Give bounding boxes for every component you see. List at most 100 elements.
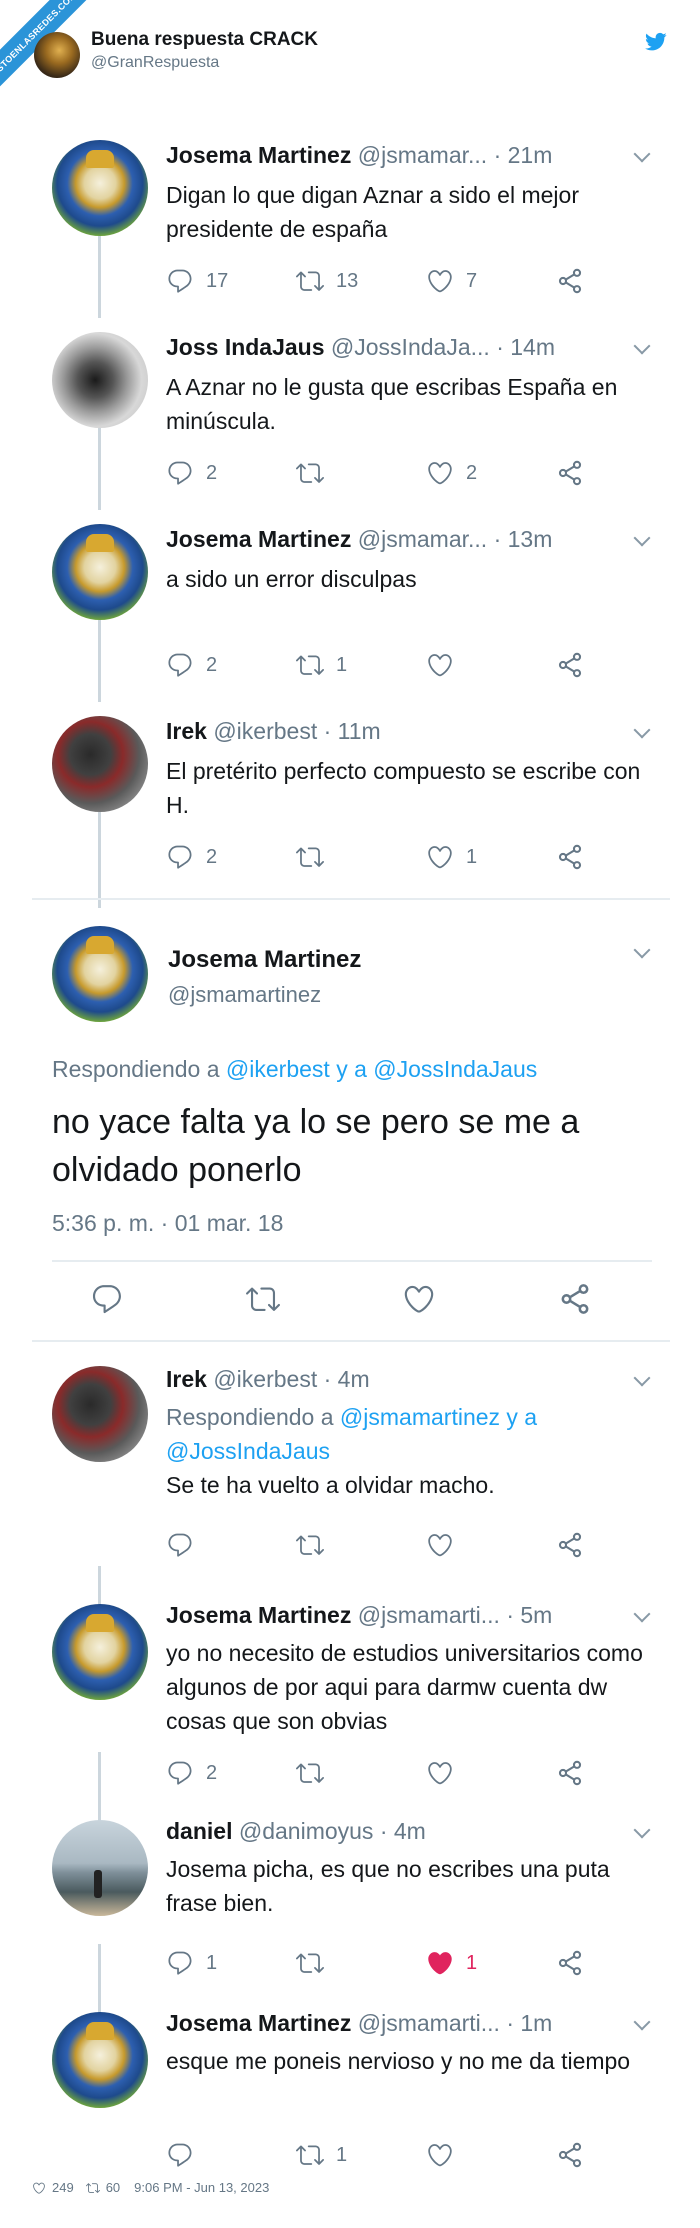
share-button[interactable]: [556, 2138, 584, 2172]
chevron-down-icon[interactable]: [633, 941, 651, 959]
like-button[interactable]: [426, 2138, 466, 2172]
like-button[interactable]: [402, 1282, 436, 1316]
author-handle[interactable]: @jsmamarti...: [358, 1602, 500, 1628]
tweet-time[interactable]: · 21m: [494, 142, 553, 168]
share-button[interactable]: [556, 1946, 584, 1980]
avatar[interactable]: [52, 2012, 148, 2108]
author-handle[interactable]: @JossIndaJa...: [331, 334, 490, 360]
reply-button[interactable]: 2: [166, 456, 217, 490]
tweet[interactable]: Josema Martinez @jsmamar... · 21m Digan …: [32, 130, 670, 310]
avatar[interactable]: [52, 716, 148, 812]
tweet-time[interactable]: · 4m: [324, 1366, 370, 1392]
twitter-bird-icon[interactable]: [645, 32, 667, 52]
author-handle[interactable]: @jsmamartinez: [168, 982, 321, 1008]
tweet-time[interactable]: · 11m: [324, 718, 381, 744]
reply-button[interactable]: [90, 1282, 124, 1316]
tweet[interactable]: daniel @danimoyus · 4m Josema picha, es …: [32, 1810, 670, 1990]
avatar[interactable]: [52, 1604, 148, 1700]
like-button[interactable]: [426, 1756, 466, 1790]
share-button[interactable]: [556, 456, 584, 490]
retweet-button[interactable]: [296, 456, 336, 490]
reply-button[interactable]: [166, 1528, 206, 1562]
share-button[interactable]: [556, 1528, 584, 1562]
retweet-button[interactable]: [296, 1528, 336, 1562]
share-button[interactable]: [556, 264, 584, 298]
author-name[interactable]: Josema Martinez: [166, 2010, 351, 2036]
reply-button[interactable]: [166, 2138, 206, 2172]
retweet-button[interactable]: 1: [296, 2138, 347, 2172]
like-button[interactable]: 7: [426, 264, 477, 298]
account-handle[interactable]: @GranRespuesta: [91, 54, 219, 72]
account-avatar[interactable]: [34, 32, 80, 78]
avatar[interactable]: [52, 332, 148, 428]
footer-date[interactable]: 9:06 PM - Jun 13, 2023: [134, 2180, 269, 2195]
tweet[interactable]: Josema Martinez @jsmamar... · 13m a sido…: [32, 514, 670, 694]
like-button[interactable]: 1: [426, 840, 477, 874]
author-name[interactable]: Josema Martinez: [168, 946, 361, 974]
tweet-time[interactable]: · 5m: [506, 1602, 552, 1628]
author-handle[interactable]: @jsmamar...: [358, 142, 487, 168]
reply-button[interactable]: 2: [166, 1756, 217, 1790]
author-handle[interactable]: @danimoyus: [239, 1818, 374, 1844]
author-handle[interactable]: @jsmamarti...: [358, 2010, 500, 2036]
like-button[interactable]: 2: [426, 456, 477, 490]
tweet-author-line: daniel @danimoyus · 4m: [166, 1818, 426, 1845]
avatar[interactable]: [52, 926, 148, 1022]
tweet-time[interactable]: · 13m: [494, 526, 553, 552]
author-name[interactable]: daniel: [166, 1818, 232, 1844]
retweet-button[interactable]: [296, 1756, 336, 1790]
chevron-down-icon[interactable]: [633, 1605, 651, 1623]
replying-to-users[interactable]: @ikerbest y a @JossIndaJaus: [226, 1056, 537, 1082]
retweet-button[interactable]: [246, 1282, 280, 1316]
retweet-icon: [296, 651, 324, 679]
author-name[interactable]: Josema Martinez: [166, 1602, 351, 1628]
retweet-button[interactable]: 13: [296, 264, 358, 298]
avatar[interactable]: [52, 140, 148, 236]
tweet-time[interactable]: · 14m: [496, 334, 555, 360]
author-name[interactable]: Josema Martinez: [166, 142, 351, 168]
avatar[interactable]: [52, 1820, 148, 1916]
tweet[interactable]: Irek @ikerbest · 4m Respondiendo a @jsma…: [32, 1358, 670, 1558]
chevron-down-icon[interactable]: [633, 145, 651, 163]
reply-icon: [166, 1949, 194, 1977]
chevron-down-icon[interactable]: [633, 337, 651, 355]
retweet-button[interactable]: 1: [296, 648, 347, 682]
avatar[interactable]: [52, 1366, 148, 1462]
chevron-down-icon[interactable]: [633, 529, 651, 547]
like-button[interactable]: 1: [426, 1946, 477, 1980]
account-name[interactable]: Buena respuesta CRACK: [91, 29, 318, 51]
like-button[interactable]: [426, 648, 466, 682]
chevron-down-icon[interactable]: [633, 2013, 651, 2031]
retweet-button[interactable]: [296, 1946, 336, 1980]
tweet[interactable]: Josema Martinez @jsmamarti... · 5m yo no…: [32, 1590, 670, 1770]
tweet-timestamp[interactable]: 5:36 p. m. · 01 mar. 18: [52, 1210, 283, 1237]
retweet-button[interactable]: [296, 840, 336, 874]
author-name[interactable]: Josema Martinez: [166, 526, 351, 552]
share-button[interactable]: [556, 840, 584, 874]
divider: [52, 1260, 652, 1262]
reply-button[interactable]: 1: [166, 1946, 217, 1980]
author-handle[interactable]: @ikerbest: [213, 718, 317, 744]
share-button[interactable]: [558, 1282, 592, 1316]
author-name[interactable]: Joss IndaJaus: [166, 334, 325, 360]
author-handle[interactable]: @jsmamar...: [358, 526, 487, 552]
author-name[interactable]: Irek: [166, 718, 207, 744]
focused-tweet[interactable]: Josema Martinez @jsmamartinez Respondien…: [32, 900, 670, 1340]
reply-button[interactable]: 2: [166, 648, 217, 682]
avatar[interactable]: [52, 524, 148, 620]
author-name[interactable]: Irek: [166, 1366, 207, 1392]
chevron-down-icon[interactable]: [633, 721, 651, 739]
author-handle[interactable]: @ikerbest: [213, 1366, 317, 1392]
tweet[interactable]: Joss IndaJaus @JossIndaJa... · 14m A Azn…: [32, 322, 670, 502]
chevron-down-icon[interactable]: [633, 1369, 651, 1387]
tweet-time[interactable]: · 1m: [506, 2010, 552, 2036]
share-button[interactable]: [556, 648, 584, 682]
tweet[interactable]: Josema Martinez @jsmamarti... · 1m esque…: [32, 2002, 670, 2182]
reply-button[interactable]: 17: [166, 264, 228, 298]
like-button[interactable]: [426, 1528, 466, 1562]
tweet-time[interactable]: · 4m: [380, 1818, 426, 1844]
chevron-down-icon[interactable]: [633, 1821, 651, 1839]
reply-button[interactable]: 2: [166, 840, 217, 874]
tweet[interactable]: Irek @ikerbest · 11m El pretérito perfec…: [32, 706, 670, 886]
share-button[interactable]: [556, 1756, 584, 1790]
